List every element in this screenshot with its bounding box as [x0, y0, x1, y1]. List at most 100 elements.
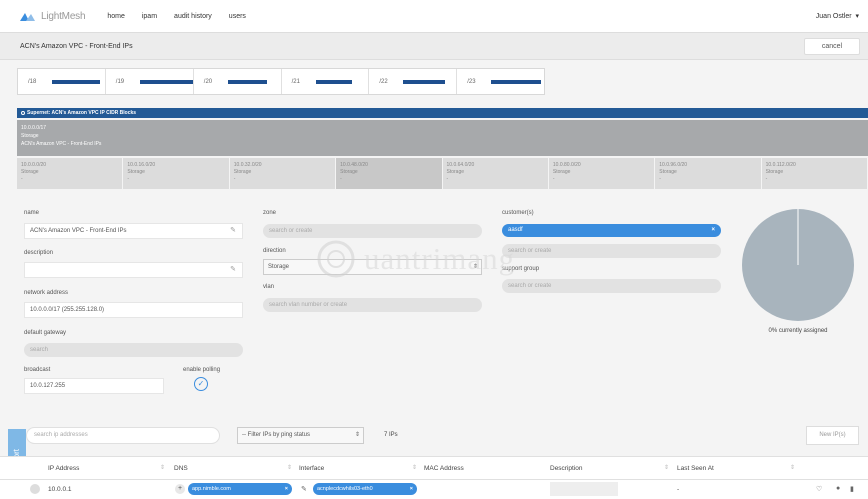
prefix-label: /20 [203, 78, 213, 85]
subnet-tile[interactable]: 10.0.0.0/20 Storage - [17, 158, 124, 189]
subnet-tile[interactable]: 10.0.32.0/20 Storage - [229, 158, 337, 189]
subnet-extra: - [765, 176, 768, 182]
prefix-cell[interactable]: /20 [194, 69, 282, 94]
assignment-label: 0% currently assigned [768, 328, 828, 334]
subnet-type: Storage [659, 169, 677, 175]
supernet-header[interactable]: Supernet: ACN's Amazon VPC IP CIDR Block… [17, 108, 868, 118]
prefix-fill-bar [491, 79, 542, 84]
subnet-tile[interactable]: 10.0.48.0/20 Storage - [336, 158, 443, 189]
column-header-ip[interactable]: IP Address [48, 465, 79, 472]
ip-toolbar: search ip addresses -- Filter IPs by pin… [0, 418, 868, 454]
block-type: Storage [21, 133, 39, 139]
subnet-extra: - [127, 176, 130, 182]
pencil-icon[interactable]: ✎ [230, 224, 236, 238]
subnet-tile[interactable]: 10.0.16.0/20 Storage - [123, 158, 230, 189]
close-icon[interactable]: × [410, 483, 413, 495]
subnet-cidr: 10.0.16.0/20 [127, 162, 156, 168]
subnet-cidr: 10.0.80.0/20 [552, 162, 581, 168]
subnet-tile[interactable]: 10.0.96.0/20 Storage - [655, 158, 762, 189]
subnet-type: Storage [21, 169, 39, 175]
close-icon[interactable]: × [711, 224, 715, 237]
new-ip-button[interactable]: New IP(s) [806, 426, 859, 445]
ip-count: 7 IPs [384, 432, 398, 438]
name-value: ACN's Amazon VPC - Front-End IPs [30, 228, 127, 234]
nav-users[interactable]: users [229, 13, 246, 20]
enable-polling-label: enable polling [183, 367, 221, 373]
default-gateway-input[interactable]: search [24, 343, 243, 357]
name-field[interactable]: ACN's Amazon VPC - Front-End IPs ✎ [24, 223, 243, 239]
ping-status-filter[interactable]: -- Filter IPs by ping status ⇕ [237, 427, 364, 444]
description-field[interactable]: ✎ [24, 262, 243, 278]
sort-icon[interactable]: ⇕ [287, 464, 292, 471]
subnet-extra: - [446, 176, 449, 182]
user-menu[interactable]: Juan Ostler ▾ [816, 12, 859, 20]
customer-tag[interactable]: aasdf × [502, 224, 721, 237]
prefix-cell[interactable]: /22 [369, 69, 458, 94]
direction-value: Storage [268, 264, 290, 270]
description-field[interactable] [550, 482, 618, 496]
zone-input[interactable]: search or create [263, 224, 482, 238]
column-header-dns[interactable]: DNS [174, 465, 188, 472]
watermark: uantrimang [316, 237, 592, 283]
column-header-interface[interactable]: Interface [299, 465, 324, 472]
pencil-icon[interactable]: ✎ [230, 263, 236, 277]
prefix-label: /19 [115, 78, 125, 85]
comment-icon[interactable]: ● [836, 485, 840, 492]
description-label: description [24, 250, 54, 256]
plus-icon[interactable]: + [175, 484, 185, 494]
prefix-cell[interactable]: /18 [18, 69, 106, 94]
broadcast-field[interactable]: 10.0.127.255 [24, 378, 164, 394]
nav-home[interactable]: home [107, 13, 125, 20]
sort-icon[interactable]: ⇕ [160, 464, 165, 471]
subnet-extra: - [340, 176, 342, 182]
subnet-cidr: 10.0.48.0/20 [340, 162, 368, 168]
prefix-label: /23 [467, 78, 476, 85]
block-header[interactable]: 10.0.0.0/17 Storage ACN's Amazon VPC - F… [17, 120, 868, 156]
logo[interactable]: LightMesh [20, 10, 86, 22]
customers-label: customer(s) [502, 210, 534, 216]
close-icon[interactable]: × [285, 483, 288, 495]
vlan-label: vlan [263, 284, 275, 290]
sort-icon[interactable]: ⇕ [790, 464, 795, 471]
subnet-tile[interactable]: 10.0.64.0/20 Storage - [442, 158, 549, 189]
prefix-cell[interactable]: /19 [106, 69, 194, 94]
subnet-tile[interactable]: 10.0.112.0/20 Storage - [761, 158, 868, 189]
column-header-last-seen[interactable]: Last Seen At [677, 465, 714, 472]
sort-icon[interactable]: ⇕ [664, 464, 669, 471]
prefix-fill-bar [52, 79, 100, 84]
table-header: IP Address ⇕ DNS ⇕ Interface ⇕ MAC Addre… [0, 456, 868, 480]
block-cidr: 10.0.0.0/17 [21, 125, 47, 131]
ip-address[interactable]: 10.0.0.1 [48, 486, 72, 493]
user-name: Juan Ostler [815, 13, 852, 20]
nav-audit-history[interactable]: audit history [174, 13, 212, 20]
checkmark-icon[interactable]: ✓ [194, 377, 208, 391]
prefix-cell[interactable]: /23 [457, 69, 544, 94]
trash-icon[interactable]: ▮ [850, 485, 854, 493]
subnet-cidr: 10.0.112.0/20 [765, 162, 796, 168]
column-header-mac[interactable]: MAC Address [424, 465, 464, 472]
watermark-text: uantrimang [364, 241, 516, 276]
prefix-fill-bar [403, 79, 446, 84]
dns-tag[interactable]: app.nimble.com × [188, 483, 292, 495]
heart-icon[interactable]: ♡ [816, 485, 822, 493]
table-row[interactable]: 10.0.0.1 + app.nimble.com × ✎ acnplecdcw… [0, 480, 868, 499]
block-name: ACN's Amazon VPC - Front-End IPs [21, 141, 102, 147]
interface-tag[interactable]: acnplecdcwhils03-eth0 × [313, 483, 417, 495]
select-arrows-icon: ⇕ [354, 432, 360, 438]
cancel-button[interactable]: cancel [804, 38, 860, 55]
vlan-input[interactable]: search vlan number or create [263, 298, 482, 312]
filter-value: -- Filter IPs by ping status [242, 432, 311, 438]
search-ip-input[interactable]: search ip addresses [26, 427, 220, 444]
prefix-cell[interactable]: /21 [282, 69, 370, 94]
subnet-tile[interactable]: 10.0.80.0/20 Storage - [548, 158, 656, 189]
subnet-type: Storage [765, 169, 784, 175]
subnet-list: 10.0.0.0/20 Storage - 10.0.16.0/20 Storage -… [17, 158, 868, 189]
column-header-description[interactable]: Description [550, 465, 583, 472]
nav-ipam[interactable]: ipam [142, 13, 157, 20]
pencil-icon[interactable]: ✎ [301, 485, 307, 493]
sort-icon[interactable]: ⇕ [412, 464, 417, 471]
network-address-field[interactable]: 10.0.0.0/17 (255.255.128.0) [24, 302, 243, 318]
brand-name: LightMesh [41, 10, 86, 22]
network-address-value: 10.0.0.0/17 (255.255.128.0) [30, 307, 105, 313]
subnet-cidr: 10.0.64.0/20 [446, 162, 475, 168]
